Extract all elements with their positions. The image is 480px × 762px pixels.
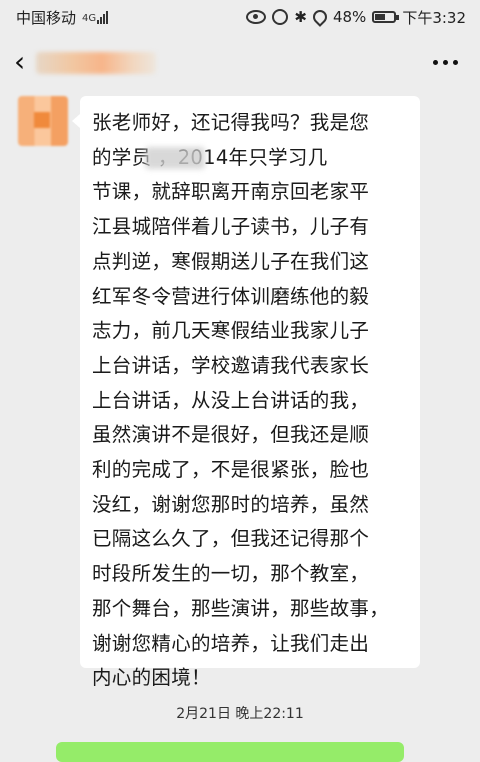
eye-icon <box>246 10 267 24</box>
avatar[interactable] <box>18 96 68 146</box>
timestamp: 2月21日 晚上22:11 <box>176 706 304 722</box>
message-line: 上台讲话，从没上台讲话的我， <box>92 388 370 412</box>
battery-icon <box>372 11 400 23</box>
message-line: 虽然演讲不是很好，但我还是顺 <box>92 423 370 447</box>
message-line: 点判逆，寒假期送儿子在我们这 <box>92 249 370 273</box>
message-line: 那个舞台，那些演讲，那些故事， <box>92 596 390 620</box>
carrier-label: 中国移动 <box>16 8 77 27</box>
message-bubble[interactable]: 张老师好，还记得我吗？我是您 的学员 ，2014年只学习几节课，就辞职离开南京回老… <box>72 96 420 689</box>
battery-label: 48% <box>332 8 367 26</box>
status-right: ✱ 48% 下午3:32 <box>246 7 466 28</box>
signal-icon: 4G <box>82 10 109 24</box>
message-line: 内心的困境！ <box>92 666 211 690</box>
message-line: 节课，就辞职离开南京回老家平 <box>92 180 370 204</box>
message-line: 上台讲话，学校邀请我代表家长 <box>92 353 370 377</box>
location-icon <box>310 7 330 27</box>
status-bar: 中国移动 4G ✱ 48% 下午3:32 <box>0 0 480 34</box>
message-line: 张老师好，还记得我吗？我是您 <box>92 111 370 134</box>
message-line: 江县城陪伴着儿子读书，儿子有 <box>92 215 370 239</box>
message-line: 时段所发生的一切，那个教室， <box>92 562 370 586</box>
name-redaction <box>145 147 205 169</box>
status-left: 中国移动 4G <box>16 7 109 28</box>
message-line: 志力，前几天寒假结业我家儿子 <box>92 319 370 343</box>
network-label: 4G <box>82 12 97 24</box>
chat-header: ‹ <box>0 34 480 92</box>
more-dots-icon[interactable] <box>433 60 458 65</box>
message-line: 谢谢您精心的培养，让我们走出 <box>92 631 370 655</box>
alarm-icon <box>272 9 289 25</box>
message-line: 利的完成了，不是很紧张，脸也 <box>92 458 370 482</box>
message-line: 的学员 ，2014年只学习几 <box>92 145 328 169</box>
message-line: 红军冬令营进行体训磨练他的毅 <box>92 284 370 308</box>
battery-fill <box>375 14 385 20</box>
message-line: 已隔这么久了，但我还记得那个 <box>92 527 370 551</box>
contact-name-blurred <box>36 52 156 74</box>
message-line: 没红，谢谢您那时的培养，虽然 <box>92 492 370 516</box>
message-text: 张老师好，还记得我吗？我是您 的学员 ，2014年只学习几节课，就辞职离开南京回老… <box>92 106 410 696</box>
clock-label: 下午3:32 <box>402 8 466 27</box>
next-message-bubble[interactable] <box>56 742 404 762</box>
chevron-left-icon[interactable]: ‹ <box>14 48 30 76</box>
bluetooth-icon: ✱ <box>294 8 307 26</box>
